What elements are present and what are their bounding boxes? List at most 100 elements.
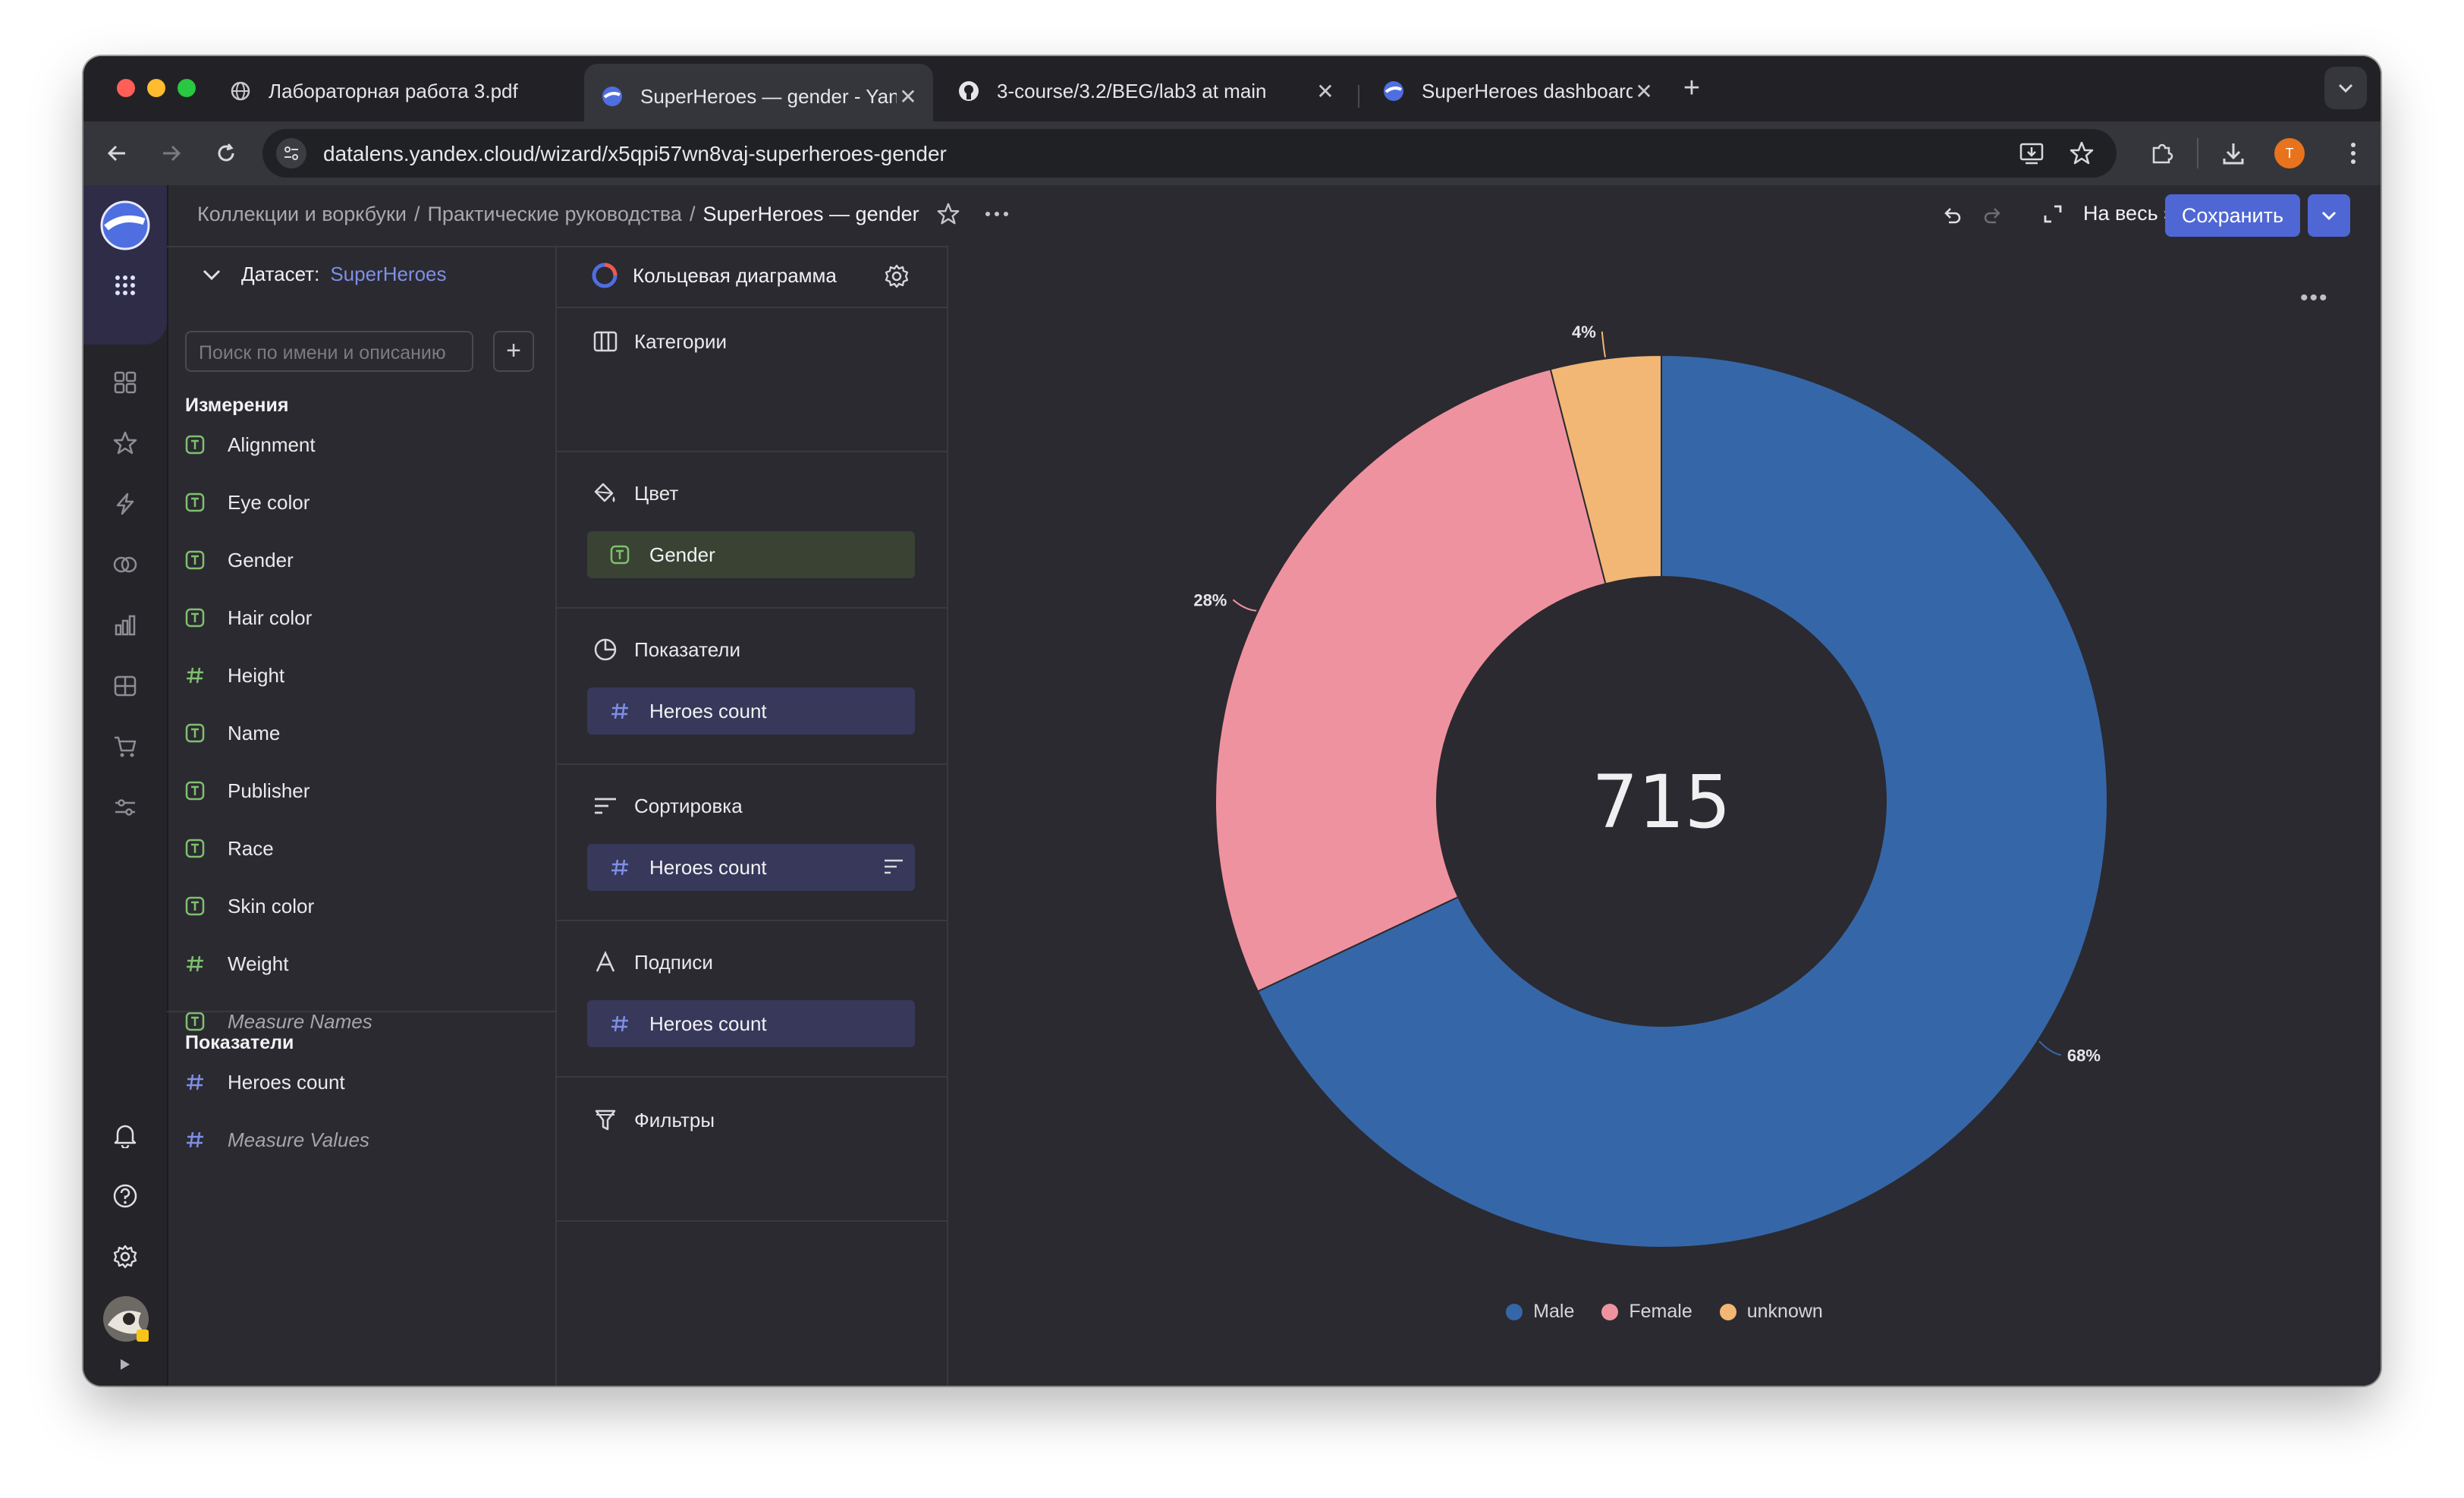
labels-field-name: Heroes count — [649, 1012, 767, 1035]
filters-section-title: Фильтры — [592, 1106, 715, 1134]
field-item[interactable]: Race — [185, 826, 274, 871]
more-actions-icon[interactable] — [985, 211, 1009, 217]
legend-item-male[interactable]: Male — [1506, 1301, 1574, 1323]
close-window-button[interactable] — [117, 79, 135, 97]
text-field-icon — [185, 493, 205, 512]
forward-button[interactable] — [153, 135, 190, 172]
profile-avatar[interactable]: T — [2274, 138, 2305, 168]
user-avatar[interactable] — [102, 1295, 150, 1343]
redo-icon[interactable] — [1977, 199, 2010, 232]
help-icon[interactable] — [110, 1181, 140, 1211]
measures-section-title: Показатели — [185, 1032, 294, 1053]
breadcrumb-guides[interactable]: Практические руководства — [427, 203, 681, 226]
dashboards-icon[interactable] — [110, 671, 140, 701]
add-field-button[interactable]: + — [493, 331, 534, 372]
labels-label: Подписи — [634, 950, 713, 974]
all-services-icon[interactable] — [110, 270, 140, 301]
legend-swatch — [1601, 1303, 1619, 1320]
marketplace-icon[interactable] — [110, 732, 140, 762]
field-item[interactable]: Weight — [185, 941, 288, 987]
browser-tab-dashboard[interactable]: SuperHeroes dashboard ✕ — [1366, 64, 1669, 118]
undo-icon[interactable] — [1934, 199, 1968, 232]
reload-button[interactable] — [208, 135, 244, 172]
sort-field-chip[interactable]: Heroes count — [587, 844, 915, 891]
pie-chart-icon — [592, 636, 619, 663]
categories-section[interactable]: Категории — [557, 307, 947, 452]
maximize-window-button[interactable] — [178, 79, 196, 97]
notifications-bell-icon[interactable] — [110, 1120, 140, 1150]
field-name: Skin color — [228, 894, 315, 917]
field-item[interactable]: Heroes count — [185, 1059, 345, 1105]
close-tab-icon[interactable]: ✕ — [1633, 79, 1655, 104]
arrow-left-icon — [107, 145, 125, 162]
breadcrumb-collections[interactable]: Коллекции и воркбуки — [197, 203, 407, 226]
favorites-icon[interactable] — [110, 428, 140, 458]
field-item[interactable]: Gender — [185, 537, 294, 583]
new-tab-button[interactable]: + — [1677, 73, 1707, 103]
filter-funnel-icon — [592, 1106, 619, 1134]
field-item[interactable]: Name — [185, 710, 280, 756]
field-name: Gender — [228, 548, 294, 571]
address-bar[interactable]: datalens.yandex.cloud/wizard/x5qpi57wn8v… — [262, 129, 2117, 178]
labels-section-title: Подписи — [592, 949, 713, 976]
save-options-button[interactable] — [2308, 194, 2350, 237]
field-item[interactable]: Height — [185, 653, 284, 698]
field-item[interactable]: Skin color — [185, 883, 314, 929]
side-navigation — [83, 185, 168, 1386]
field-item[interactable]: Publisher — [185, 768, 310, 814]
field-item[interactable]: Eye color — [185, 480, 310, 525]
collections-icon[interactable] — [110, 367, 140, 398]
donut-total-value: 715 — [1592, 760, 1730, 845]
settings-gear-icon[interactable] — [110, 1242, 140, 1272]
visualization-config-panel: Кольцевая диаграмма Категории Цвет Gende… — [557, 246, 948, 1386]
datalens-logo[interactable] — [100, 200, 150, 250]
visualization-type-selector[interactable]: Кольцевая диаграмма — [590, 261, 837, 290]
field-name: Publisher — [228, 779, 310, 802]
categories-section-title: Категории — [592, 328, 727, 355]
sort-direction-icon[interactable] — [883, 858, 904, 881]
settings-sliders-icon[interactable] — [110, 792, 140, 823]
field-search-input[interactable]: Поиск по имени и описанию — [185, 331, 473, 372]
favorite-star-icon[interactable] — [936, 202, 960, 226]
browser-menu-button[interactable] — [2335, 135, 2371, 172]
close-tab-icon[interactable]: ✕ — [897, 84, 919, 109]
extensions-button[interactable] — [2144, 135, 2180, 172]
dataset-selector[interactable]: Датасет: SuperHeroes — [202, 263, 447, 286]
donut-chart: 68% 28% 4% 715 — [1193, 323, 2108, 1248]
text-field-icon — [185, 896, 205, 916]
browser-tab-superheroes-gender[interactable]: SuperHeroes — gender - Yandex DataLens ✕ — [584, 64, 933, 129]
minimize-window-button[interactable] — [147, 79, 165, 97]
dataset-name-link[interactable]: SuperHeroes — [330, 263, 446, 286]
connections-icon[interactable] — [110, 489, 140, 519]
chart-settings-icon[interactable] — [880, 260, 913, 293]
legend-label: Female — [1629, 1301, 1692, 1322]
site-settings-icon[interactable] — [276, 138, 306, 168]
back-button[interactable] — [99, 135, 135, 172]
measures-field-chip[interactable]: Heroes count — [587, 688, 915, 735]
chevron-down-icon[interactable] — [202, 269, 222, 281]
datasets-icon[interactable] — [110, 549, 140, 580]
save-button[interactable]: Сохранить — [2165, 194, 2300, 237]
field-name: Heroes count — [228, 1070, 345, 1094]
labels-field-chip[interactable]: Heroes count — [587, 1000, 915, 1047]
browser-toolbar: datalens.yandex.cloud/wizard/x5qpi57wn8v… — [83, 121, 2381, 185]
text-field-icon — [185, 608, 205, 628]
legend-item-unknown[interactable]: unknown — [1719, 1301, 1823, 1323]
section-divider — [557, 1220, 947, 1222]
close-tab-icon[interactable]: ✕ — [1314, 79, 1337, 104]
tab-search-button[interactable] — [2324, 67, 2367, 109]
legend-item-female[interactable]: Female — [1601, 1301, 1692, 1323]
bookmark-star-icon[interactable] — [2068, 140, 2095, 171]
field-item[interactable]: Hair color — [185, 595, 312, 640]
text-field-icon — [185, 723, 205, 743]
expand-sidebar-icon[interactable] — [110, 1349, 140, 1380]
color-field-chip[interactable]: Gender — [587, 531, 915, 578]
field-item[interactable]: Measure Values — [185, 1117, 369, 1163]
field-item[interactable]: Alignment — [185, 422, 316, 467]
pie-slice-female[interactable] — [1215, 368, 1607, 993]
downloads-button[interactable] — [2215, 135, 2252, 172]
filters-section[interactable]: Фильтры — [557, 1076, 947, 1222]
install-app-icon[interactable] — [2018, 140, 2045, 171]
charts-icon[interactable] — [110, 610, 140, 640]
browser-tab-github[interactable]: 3-course/3.2/BEG/lab3 at main ✕ — [941, 64, 1350, 118]
